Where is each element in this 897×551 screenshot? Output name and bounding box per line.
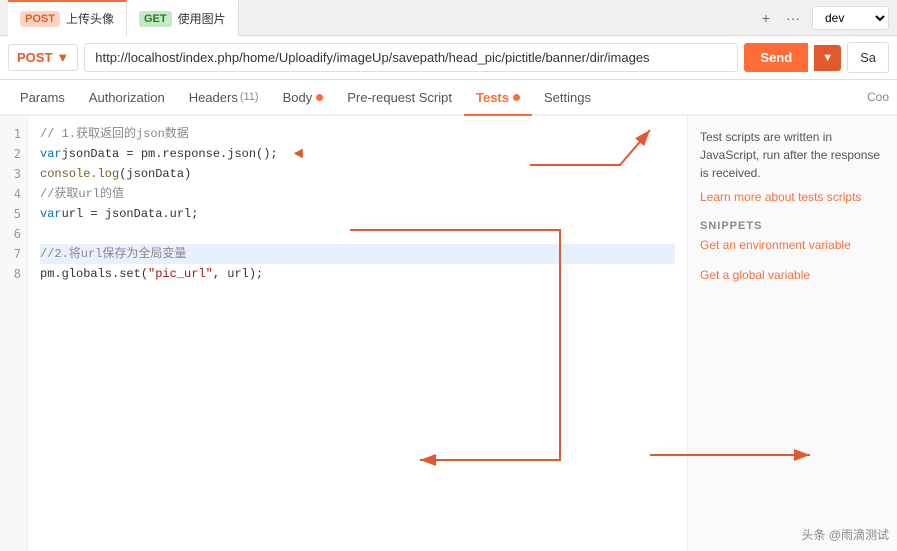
headers-badge: (11) <box>240 91 259 103</box>
method-select[interactable]: POST ▼ <box>8 44 78 71</box>
env-select[interactable]: dev prod staging <box>812 6 889 30</box>
code-line-3: console.log (jsonData) <box>40 164 675 184</box>
line-num-2: 2 <box>0 144 27 164</box>
sub-tab-settings[interactable]: Settings <box>532 80 603 116</box>
sub-tab-body[interactable]: Body <box>271 80 336 116</box>
code-line-8: pm.globals.set("pic_url", url); <box>40 264 675 284</box>
code-line-1: // 1.获取返回的json数据 <box>40 124 675 144</box>
sub-tab-headers[interactable]: Headers (11) <box>177 80 271 116</box>
url-input[interactable] <box>84 43 738 72</box>
method-badge-post: POST <box>20 11 60 27</box>
sub-tab-tests[interactable]: Tests <box>464 80 532 116</box>
tab-get-image-label: 使用图片 <box>178 10 226 27</box>
method-dropdown-icon: ▼ <box>56 50 69 65</box>
code-lines: 1 2 3 i 4 5 6 7 8 // 1.获取返回的json数据 <box>0 116 687 551</box>
snippets-title: SNIPPETS <box>700 220 885 232</box>
line-num-5: 5 <box>0 204 27 224</box>
code-line-4: //获取url的值 <box>40 184 675 204</box>
watermark: 头条 @雨滴测试 <box>801 526 889 543</box>
code-text-5a: var <box>40 204 62 224</box>
add-tab-icon[interactable]: + <box>758 10 774 26</box>
code-text-4: //获取url的值 <box>40 184 124 204</box>
sub-tab-authorization-label: Authorization <box>89 90 165 105</box>
sub-nav-right: Coo <box>867 90 889 104</box>
code-text-7: //2.将url保存为全局变量 <box>40 244 186 264</box>
sub-tab-settings-label: Settings <box>544 90 591 105</box>
line-num-1: 1 <box>0 124 27 144</box>
tab-upload[interactable]: POST 上传头像 <box>8 0 127 36</box>
url-bar: POST ▼ Send ▼ Sa <box>0 36 897 80</box>
sub-tab-authorization[interactable]: Authorization <box>77 80 177 116</box>
code-text-2a: var <box>40 144 62 164</box>
tab-upload-label: 上传头像 <box>66 10 114 27</box>
env-select-container: dev prod staging <box>812 6 889 30</box>
code-text-1: // 1.获取返回的json数据 <box>40 124 189 144</box>
line-num-3: 3 i <box>0 164 27 184</box>
tab-actions: + ··· <box>758 10 804 26</box>
line-num-6: 6 <box>0 224 27 244</box>
code-text-6 <box>40 224 47 244</box>
sub-tab-body-label: Body <box>283 90 313 105</box>
code-text-5b: url = jsonData.url; <box>62 204 199 224</box>
sub-tab-headers-label: Headers <box>189 90 238 105</box>
main-content: 1 2 3 i 4 5 6 7 8 // 1.获取返回的json数据 <box>0 116 897 551</box>
line-numbers: 1 2 3 i 4 5 6 7 8 <box>0 116 28 551</box>
send-dropdown-button[interactable]: ▼ <box>814 45 841 71</box>
code-line-6 <box>40 224 675 244</box>
method-badge-get: GET <box>139 11 172 27</box>
sub-tab-params[interactable]: Params <box>8 80 77 116</box>
line-num-4: 4 <box>0 184 27 204</box>
arrow-right-1: ◄ <box>294 144 304 164</box>
code-editor: 1 2 3 i 4 5 6 7 8 // 1.获取返回的json数据 <box>0 116 687 551</box>
snippet-global-link[interactable]: Get a global variable <box>700 268 885 282</box>
code-text-8: pm.globals.set("pic_url", url); <box>40 264 263 284</box>
app-container: POST 上传头像 GET 使用图片 + ··· dev prod stagin… <box>0 0 897 551</box>
side-panel: Test scripts are written in JavaScript, … <box>687 116 897 551</box>
learn-more-link[interactable]: Learn more about tests scripts <box>700 190 885 204</box>
code-line-2: var jsonData = pm.response.json(); ◄ <box>40 144 675 164</box>
send-button[interactable]: Send <box>744 43 808 72</box>
code-line-5: var url = jsonData.url; <box>40 204 675 224</box>
code-text-3: console.log <box>40 164 119 184</box>
more-tabs-icon[interactable]: ··· <box>782 10 804 26</box>
snippet-env-link[interactable]: Get an environment variable <box>700 238 885 252</box>
line-num-7: 7 <box>0 244 27 264</box>
tab-get-image[interactable]: GET 使用图片 <box>127 0 239 36</box>
side-info-text: Test scripts are written in JavaScript, … <box>700 128 885 182</box>
sub-tab-prerequest-label: Pre-request Script <box>347 90 452 105</box>
sub-tab-tests-label: Tests <box>476 90 509 105</box>
code-text-2b: jsonData = pm.response.json(); <box>62 144 278 164</box>
sub-tab-params-label: Params <box>20 90 65 105</box>
selected-method: POST <box>17 50 52 65</box>
body-dot <box>316 94 323 101</box>
code-content[interactable]: // 1.获取返回的json数据 var jsonData = pm.respo… <box>28 116 687 551</box>
save-button[interactable]: Sa <box>847 42 889 73</box>
code-line-7: //2.将url保存为全局变量 <box>40 244 675 264</box>
sub-tab-prerequest[interactable]: Pre-request Script <box>335 80 464 116</box>
line-num-8: 8 <box>0 264 27 284</box>
sub-nav: Params Authorization Headers (11) Body P… <box>0 80 897 116</box>
code-text-3b: (jsonData) <box>119 164 191 184</box>
tests-dot <box>513 94 520 101</box>
tab-bar: POST 上传头像 GET 使用图片 + ··· dev prod stagin… <box>0 0 897 36</box>
